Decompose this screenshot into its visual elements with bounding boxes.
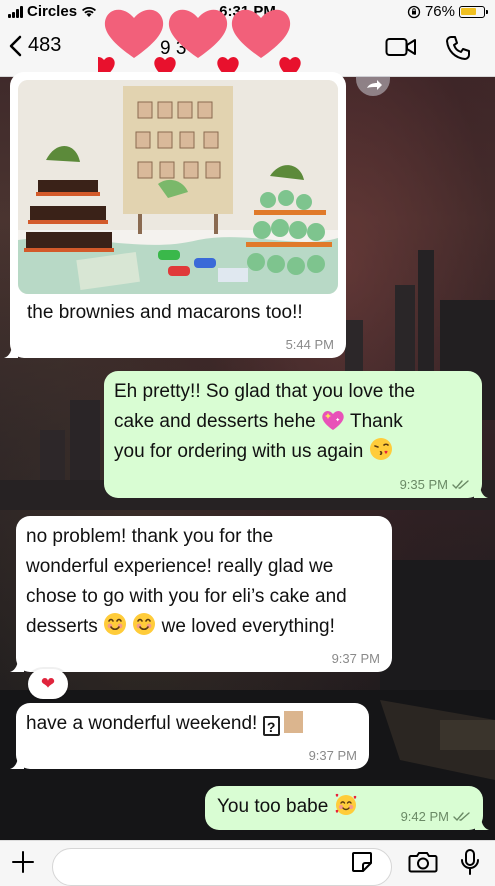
unsupported-emoji-box: ?	[262, 716, 280, 736]
message-bubble-outgoing[interactable]: Eh pretty!! So glad that you love the ca…	[104, 371, 488, 498]
message-bubble-outgoing[interactable]: You too babe 9:42 PM	[205, 786, 489, 830]
message-timestamp: 5:44 PM	[285, 337, 334, 352]
sticker-icon	[352, 852, 372, 872]
message-timestamp: 9:35 PM	[400, 478, 470, 492]
message-line: cake and desserts hehe Thank	[114, 411, 403, 432]
red-heart-icon: ❤	[40, 674, 56, 693]
hearts-sticker-overlay	[98, 9, 301, 78]
chevron-left-icon	[9, 35, 22, 56]
message-input[interactable]	[52, 848, 392, 886]
smiling-face-with-hearts-emoji	[335, 793, 356, 815]
message-line: chose to go with you for eli’s cake and	[26, 586, 347, 607]
message-line: desserts we loved everything!	[26, 612, 380, 642]
double-check-icon	[452, 480, 469, 490]
plus-icon	[12, 851, 34, 873]
message-line: wonderful experience! really glad we	[26, 556, 334, 577]
message-bubble-incoming[interactable]: no problem! thank you for the wonderful …	[10, 516, 392, 672]
video-call-button[interactable]	[385, 36, 417, 63]
sticker-button[interactable]	[350, 850, 374, 879]
message-timestamp: 9:37 PM	[331, 651, 380, 666]
microphone-button[interactable]	[460, 848, 480, 881]
face-blowing-kiss-emoji	[369, 438, 392, 460]
message-photo[interactable]: the brownies and macarons too!! 5:44 PM	[4, 72, 346, 358]
message-line: Eh pretty!! So glad that you love the	[114, 381, 416, 402]
smiling-face-emoji	[104, 613, 127, 635]
phone-icon	[446, 36, 470, 60]
back-button[interactable]: 483	[8, 34, 61, 57]
microphone-icon	[461, 849, 479, 875]
bubble-tail	[10, 658, 24, 672]
double-check-icon	[453, 812, 470, 822]
bubble-tail	[4, 344, 18, 358]
heart-reaction[interactable]: ❤	[28, 669, 68, 699]
message-timestamp: 9:42 PM	[401, 810, 471, 824]
message-line: no problem! thank you for the	[26, 526, 274, 547]
unread-count: 483	[28, 34, 62, 56]
camera-button[interactable]	[408, 850, 438, 879]
forward-icon	[367, 80, 382, 90]
attach-button[interactable]	[10, 849, 36, 880]
bubble-tail	[474, 484, 488, 498]
message-line: have a wonderful weekend! ?	[26, 709, 357, 739]
battery-icon	[459, 5, 488, 18]
dessert-table-image	[18, 80, 338, 294]
camera-icon	[408, 852, 438, 873]
sparkling-heart-emoji	[322, 411, 344, 430]
forward-button[interactable]	[356, 76, 390, 96]
bubble-tail	[10, 755, 24, 769]
message-bubble-incoming[interactable]: have a wonderful weekend! ? 9:37 PM	[10, 703, 369, 769]
video-camera-icon	[385, 38, 416, 56]
battery-percentage: 76%	[424, 3, 455, 20]
message-composer	[0, 840, 495, 886]
smiling-face-emoji	[133, 613, 156, 635]
party-dessert-photo[interactable]	[18, 80, 338, 294]
bubble-tail	[475, 816, 489, 830]
message-timestamp: 9:37 PM	[308, 748, 357, 763]
skin-tone-swatch	[283, 711, 303, 733]
message-line: you for ordering with us again	[114, 437, 470, 467]
message-text: the brownies and macarons too!!	[27, 302, 303, 323]
voice-call-button[interactable]	[445, 35, 471, 66]
orientation-lock-icon	[407, 5, 421, 18]
